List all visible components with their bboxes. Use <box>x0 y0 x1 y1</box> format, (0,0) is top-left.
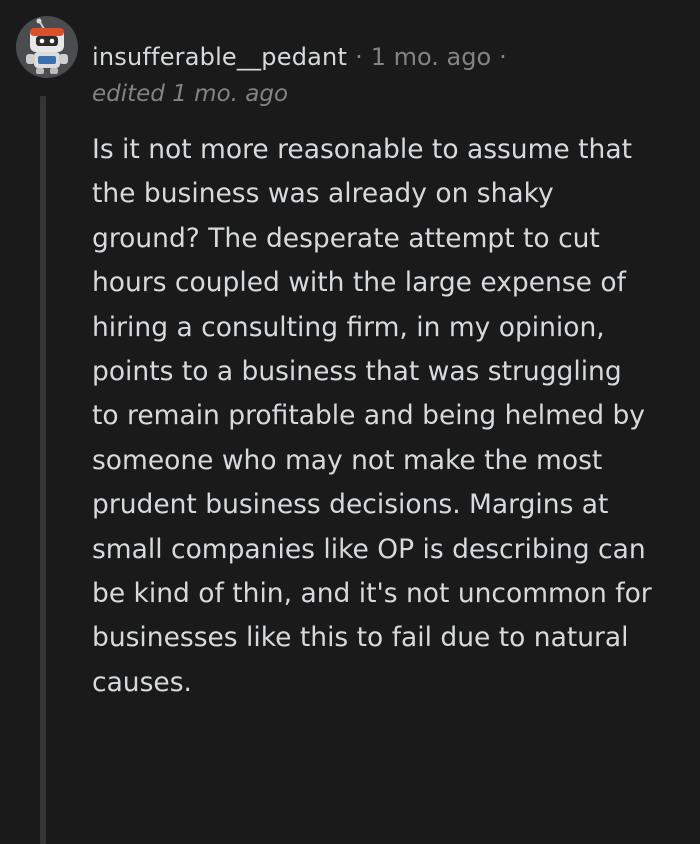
comment-timestamp[interactable]: 1 mo. ago <box>371 40 491 74</box>
meta-separator: · <box>355 43 363 71</box>
edited-label: edited 1 mo. ago <box>92 81 289 107</box>
snoo-avatar-icon <box>16 16 78 78</box>
meta-separator-trailing: · <box>499 43 507 71</box>
comment-body: Is it not more reasonable to assume that… <box>92 134 652 698</box>
user-avatar[interactable] <box>16 16 78 78</box>
thread-collapse-line[interactable] <box>40 96 46 844</box>
comment: insufferable__pedant · 1 mo. ago · edite… <box>0 0 700 844</box>
comment-meta: insufferable__pedant · 1 mo. ago · <box>92 40 515 74</box>
username-link[interactable]: insufferable__pedant <box>92 40 347 74</box>
